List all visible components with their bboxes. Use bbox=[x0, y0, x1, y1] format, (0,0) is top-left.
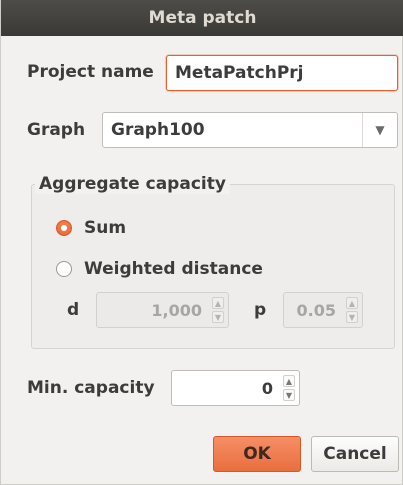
radio-weighted-distance-indicator[interactable] bbox=[56, 261, 72, 277]
radio-sum[interactable]: Sum bbox=[56, 218, 126, 238]
spin-down-icon[interactable]: ▼ bbox=[283, 389, 295, 401]
project-name-label: Project name bbox=[27, 62, 154, 82]
aggregate-capacity-title: Aggregate capacity bbox=[35, 174, 230, 194]
min-capacity-label: Min. capacity bbox=[27, 378, 155, 398]
p-spinbox[interactable]: 0.05 ▲ ▼ bbox=[283, 292, 363, 328]
cancel-button-label: Cancel bbox=[323, 444, 387, 464]
chevron-down-icon[interactable]: ▼ bbox=[362, 113, 397, 147]
min-capacity-value: 0 bbox=[261, 378, 273, 398]
graph-select[interactable]: Graph100 ▼ bbox=[102, 112, 398, 148]
graph-selected-value: Graph100 bbox=[111, 120, 205, 140]
spin-up-icon[interactable]: ▲ bbox=[346, 297, 358, 309]
spin-up-icon[interactable]: ▲ bbox=[212, 297, 224, 309]
graph-label: Graph bbox=[27, 120, 86, 140]
ok-button[interactable]: OK bbox=[213, 436, 301, 472]
radio-weighted-distance-label: Weighted distance bbox=[84, 259, 263, 279]
d-label: d bbox=[67, 300, 80, 320]
spin-down-icon[interactable]: ▼ bbox=[346, 311, 358, 323]
spin-up-icon[interactable]: ▲ bbox=[283, 375, 295, 387]
p-value: 0.05 bbox=[296, 300, 336, 320]
title-bar[interactable]: Meta patch bbox=[1, 0, 403, 36]
radio-weighted-distance[interactable]: Weighted distance bbox=[56, 259, 263, 279]
d-value: 1,000 bbox=[151, 300, 202, 320]
meta-patch-dialog: Meta patch Project name MetaPatchPrj Gra… bbox=[0, 0, 403, 485]
window-title: Meta patch bbox=[148, 8, 257, 28]
spin-down-icon[interactable]: ▼ bbox=[212, 311, 224, 323]
radio-sum-indicator[interactable] bbox=[56, 220, 72, 236]
project-name-input[interactable]: MetaPatchPrj bbox=[166, 55, 398, 91]
radio-sum-label: Sum bbox=[84, 218, 127, 238]
project-name-value: MetaPatchPrj bbox=[175, 63, 304, 83]
min-capacity-spinbox[interactable]: 0 ▲ ▼ bbox=[171, 370, 300, 406]
cancel-button[interactable]: Cancel bbox=[311, 436, 399, 472]
p-label: p bbox=[254, 300, 267, 320]
d-spinbox[interactable]: 1,000 ▲ ▼ bbox=[96, 292, 229, 328]
ok-button-label: OK bbox=[243, 444, 271, 464]
